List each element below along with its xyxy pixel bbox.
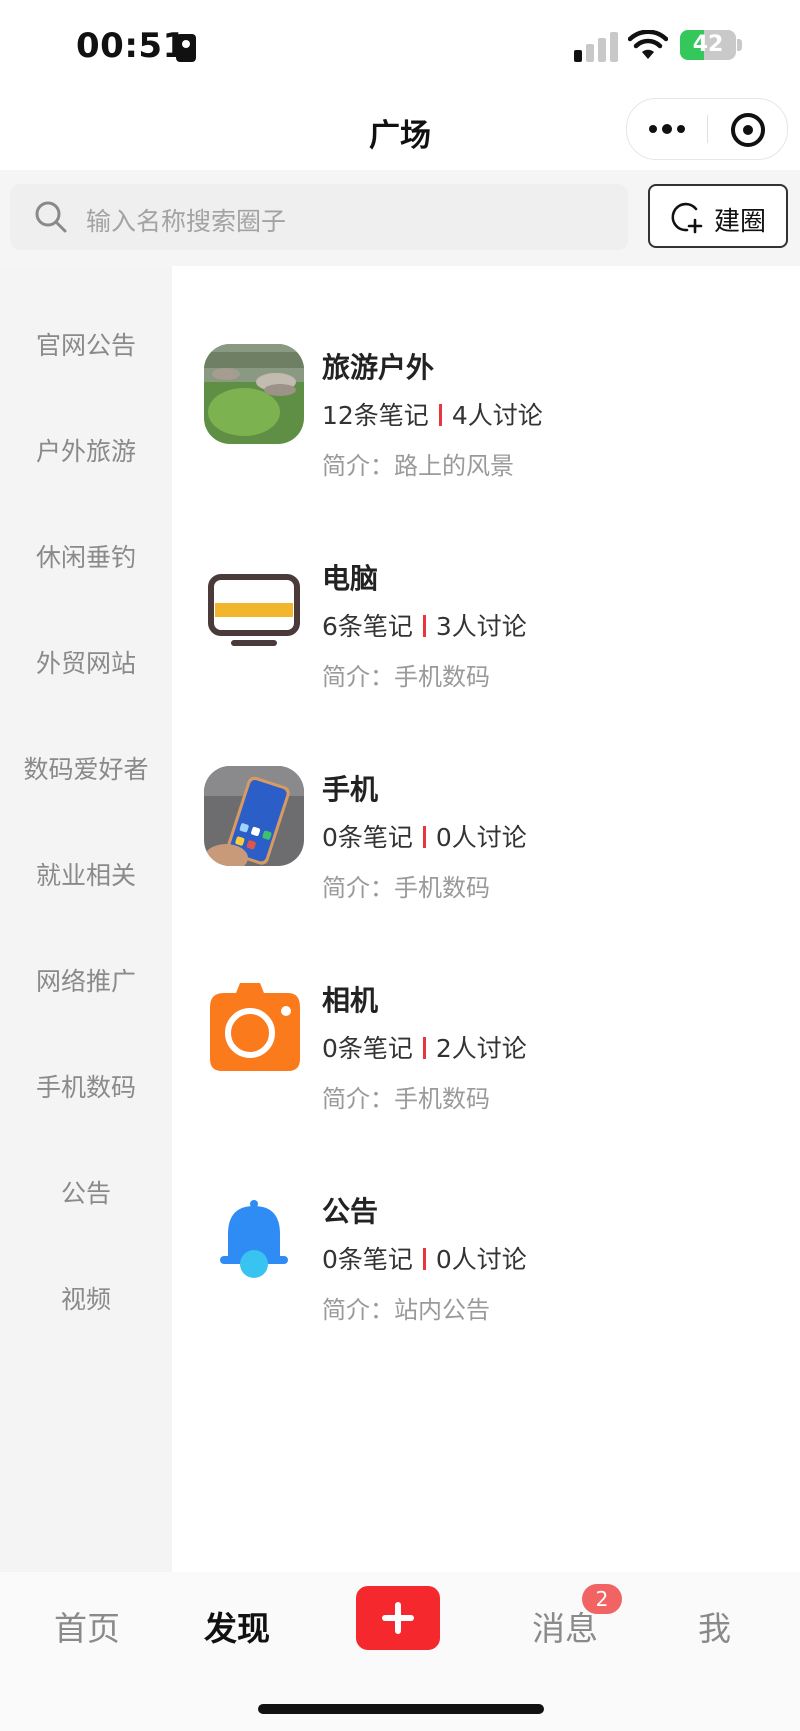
circle-name: 电脑: [322, 562, 379, 595]
circle-name: 公告: [322, 1195, 379, 1228]
sidebar-item[interactable]: 视频: [0, 1270, 172, 1330]
tab-discover[interactable]: 发现: [204, 1602, 270, 1650]
stats-separator: [438, 404, 442, 426]
circle-discussions: 4人讨论: [451, 401, 543, 430]
more-dots-icon: [662, 124, 672, 134]
circle-list: 旅游户外 12条笔记 4人讨论 简介：路上的风景 电脑 6条笔记 3人讨论 简介：手…: [172, 266, 800, 1572]
message-count-badge: 2: [582, 1584, 622, 1614]
circle-thumbnail: [204, 766, 304, 866]
stats-separator: [422, 615, 426, 637]
publish-button[interactable]: [356, 1586, 440, 1650]
battery-icon: 42: [680, 30, 736, 60]
bottom-tab-bar: 首页 发现 消息 2 我: [0, 1572, 800, 1731]
search-input[interactable]: 输入名称搜索圈子: [10, 184, 628, 250]
stats-separator: [422, 826, 426, 848]
circle-notes: 0条笔记: [322, 823, 413, 852]
circle-name: 旅游户外: [322, 351, 435, 384]
circle-stats: 0条笔记 0人讨论: [322, 818, 527, 854]
circle-discussions: 2人讨论: [435, 1034, 527, 1063]
more-button[interactable]: [627, 99, 707, 159]
tab-me[interactable]: 我: [698, 1602, 731, 1650]
circle-thumbnail: [204, 1188, 304, 1288]
plus-icon: [395, 1602, 401, 1634]
add-circle-icon: [671, 202, 703, 234]
search-row: 输入名称搜索圈子 建圈: [0, 170, 800, 266]
status-time: 00:51: [76, 26, 187, 66]
circle-thumbnail: [204, 344, 304, 444]
sidebar-item[interactable]: 网络推广: [0, 952, 172, 1012]
circle-card[interactable]: 手机 0条笔记 0人讨论 简介：手机数码: [172, 766, 800, 946]
more-dots-icon: [677, 125, 685, 133]
wifi-icon: [628, 30, 668, 59]
tab-home[interactable]: 首页: [54, 1602, 120, 1650]
phone-photo: [204, 766, 304, 866]
circle-name: 手机: [322, 773, 379, 806]
battery-tip: [737, 39, 742, 51]
circle-stats: 0条笔记 2人讨论: [322, 1029, 527, 1065]
circle-card[interactable]: 相机 0条笔记 2人讨论 简介：手机数码: [172, 977, 800, 1157]
circle-stats: 6条笔记 3人讨论: [322, 607, 527, 643]
circle-intro: 简介：站内公告: [322, 1296, 490, 1324]
circle-intro: 简介：手机数码: [322, 1085, 490, 1113]
target-dot-icon: [743, 125, 753, 135]
circle-card[interactable]: 电脑 6条笔记 3人讨论 简介：手机数码: [172, 555, 800, 735]
circle-notes: 0条笔记: [322, 1245, 413, 1274]
sidebar-item[interactable]: 就业相关: [0, 846, 172, 906]
sidebar-item[interactable]: 手机数码: [0, 1058, 172, 1118]
landscape-photo: [204, 344, 304, 444]
more-dots-icon: [649, 125, 657, 133]
contact-card-icon: [176, 34, 196, 62]
stats-separator: [422, 1248, 426, 1270]
circle-name: 相机: [322, 984, 379, 1017]
circle-intro: 简介：路上的风景: [322, 452, 514, 480]
circle-notes: 12条笔记: [322, 401, 429, 430]
stats-separator: [422, 1037, 426, 1059]
sidebar-item[interactable]: 官网公告: [0, 316, 172, 376]
create-circle-button[interactable]: 建圈: [648, 184, 788, 248]
home-indicator: [258, 1704, 544, 1714]
circle-notes: 0条笔记: [322, 1034, 413, 1063]
mini-program-capsule: [626, 98, 788, 160]
search-placeholder: 输入名称搜索圈子: [86, 207, 287, 236]
sidebar-item[interactable]: 数码爱好者: [0, 740, 172, 800]
signal-icon: [574, 30, 618, 62]
sidebar-item[interactable]: 休闲垂钓: [0, 528, 172, 588]
camera-icon: [210, 983, 300, 1071]
circle-discussions: 3人讨论: [435, 612, 527, 641]
monitor-icon: [208, 574, 300, 646]
sidebar-item[interactable]: 户外旅游: [0, 422, 172, 482]
circle-card[interactable]: 公告 0条笔记 0人讨论 简介：站内公告: [172, 1188, 800, 1368]
circle-stats: 0条笔记 0人讨论: [322, 1240, 527, 1276]
nav-bar: 广场: [0, 92, 800, 170]
sidebar-item[interactable]: 公告: [0, 1164, 172, 1224]
circle-thumbnail: [204, 977, 304, 1077]
circle-intro: 简介：手机数码: [322, 874, 490, 902]
close-mini-program-button[interactable]: [707, 99, 787, 159]
bell-icon: [220, 1200, 288, 1278]
circle-notes: 6条笔记: [322, 612, 413, 641]
battery-level: 42: [692, 32, 724, 57]
circle-intro: 简介：手机数码: [322, 663, 490, 691]
circle-thumbnail: [204, 555, 304, 655]
circle-card[interactable]: 旅游户外 12条笔记 4人讨论 简介：路上的风景: [172, 344, 800, 524]
create-circle-label: 建圈: [714, 207, 767, 237]
sidebar-item[interactable]: 外贸网站: [0, 634, 172, 694]
search-icon: [35, 201, 67, 233]
category-sidebar: 官网公告 户外旅游 休闲垂钓 外贸网站 数码爱好者 就业相关 网络推广 手机数码…: [0, 266, 172, 1572]
circle-stats: 12条笔记 4人讨论: [322, 396, 543, 432]
status-bar: 00:51 42: [0, 0, 800, 92]
circle-discussions: 0人讨论: [435, 1245, 527, 1274]
circle-discussions: 0人讨论: [435, 823, 527, 852]
